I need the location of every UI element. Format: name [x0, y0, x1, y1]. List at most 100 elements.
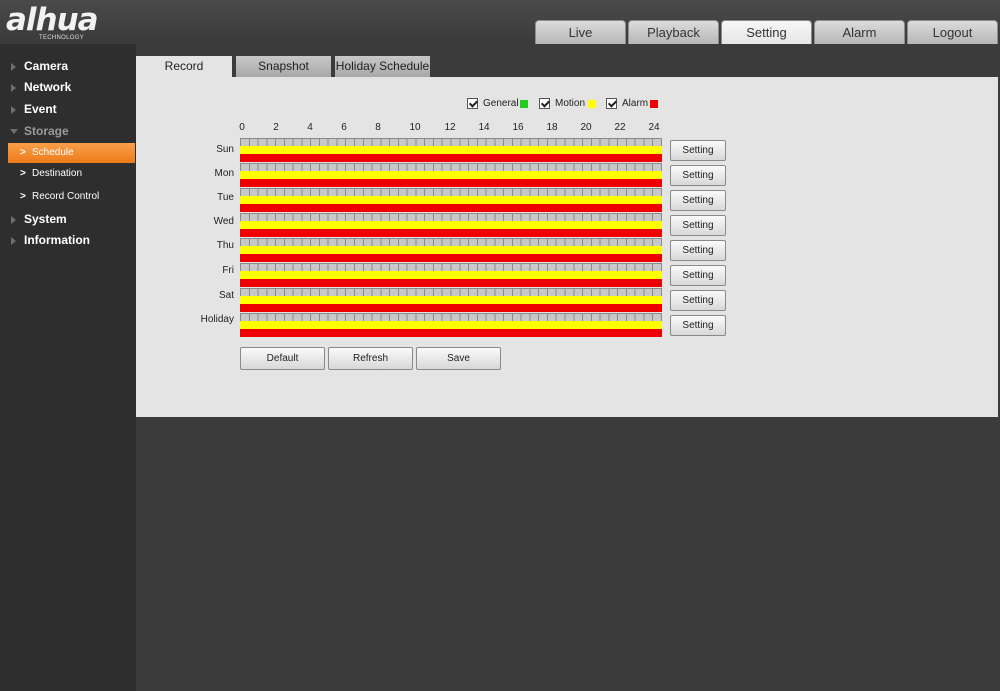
sidebar-item-network[interactable]: Network — [0, 77, 136, 97]
day-label-tue: Tue — [217, 192, 234, 203]
sidebar-item-label: Event — [24, 102, 57, 116]
general-bar — [240, 238, 662, 246]
motion-bar — [240, 271, 662, 279]
checkbox-checked-icon — [539, 98, 550, 109]
general-color-swatch — [520, 100, 528, 108]
setting-button-holiday[interactable]: Setting — [670, 315, 726, 336]
alarm-bar — [240, 229, 662, 237]
motion-bar — [240, 221, 662, 229]
motion-bar — [240, 321, 662, 329]
alarm-bar — [240, 254, 662, 262]
triangle-down-icon — [10, 129, 18, 134]
motion-bar — [240, 171, 662, 179]
general-bar — [240, 288, 662, 296]
sidebar-item-label: System — [24, 212, 67, 226]
hour-label: 10 — [409, 122, 421, 133]
legend-label-alarm: Alarm — [622, 98, 649, 109]
general-bar — [240, 163, 662, 171]
sidebar-item-information[interactable]: Information — [0, 230, 136, 250]
schedule-row-sun[interactable] — [240, 138, 662, 162]
motion-color-swatch — [588, 100, 596, 108]
triangle-right-icon — [11, 63, 16, 71]
checkbox-checked-icon — [606, 98, 617, 109]
tab-snapshot[interactable]: Snapshot — [236, 56, 331, 77]
general-checkbox[interactable]: General — [467, 97, 533, 111]
schedule-row-tue[interactable] — [240, 188, 662, 212]
tab-holiday-schedule[interactable]: Holiday Schedule — [335, 56, 430, 77]
hour-label: 24 — [648, 122, 660, 133]
sidebar-subitem-label: Schedule — [32, 147, 74, 158]
setting-button-sun[interactable]: Setting — [670, 140, 726, 161]
setting-button-fri[interactable]: Setting — [670, 265, 726, 286]
dahua-logo: alhua TECHNOLOGY — [6, 2, 99, 42]
default-button[interactable]: Default — [240, 347, 325, 370]
tab-logout[interactable]: Logout — [907, 20, 998, 44]
schedule-row-sat[interactable] — [240, 288, 662, 312]
logo-text: alhua — [6, 2, 99, 38]
alarm-bar — [240, 279, 662, 287]
sidebar-item-label: Information — [24, 233, 90, 247]
save-button[interactable]: Save — [416, 347, 501, 370]
setting-button-tue[interactable]: Setting — [670, 190, 726, 211]
sidebar: Camera Network Event Storage > Schedule … — [0, 44, 136, 691]
setting-button-mon[interactable]: Setting — [670, 165, 726, 186]
triangle-right-icon — [11, 106, 16, 114]
sidebar-subitem-label: Record Control — [32, 191, 100, 202]
sidebar-item-label: Camera — [24, 59, 69, 73]
tab-alarm[interactable]: Alarm — [814, 20, 905, 44]
schedule-panel: Record Snapshot Holiday Schedule General… — [136, 56, 998, 417]
alarm-bar — [240, 329, 662, 337]
sidebar-item-label: Storage — [24, 124, 69, 138]
hour-label: 0 — [239, 122, 245, 133]
alarm-bar — [240, 154, 662, 162]
day-label-sun: Sun — [216, 144, 234, 155]
logo-subtitle: TECHNOLOGY — [39, 35, 85, 41]
schedule-row-fri[interactable] — [240, 263, 662, 287]
tab-setting[interactable]: Setting — [721, 20, 812, 44]
sidebar-item-camera[interactable]: Camera — [0, 56, 136, 76]
schedule-row-thu[interactable] — [240, 238, 662, 262]
motion-bar — [240, 196, 662, 204]
sidebar-subitem-label: Destination — [32, 168, 83, 179]
tab-playback[interactable]: Playback — [628, 20, 719, 44]
setting-button-thu[interactable]: Setting — [670, 240, 726, 261]
schedule-row-mon[interactable] — [240, 163, 662, 187]
sidebar-subitem-record-control[interactable]: > Record Control — [8, 187, 135, 207]
chevron-right-icon: > — [20, 191, 26, 202]
hour-label: 22 — [614, 122, 626, 133]
sidebar-item-storage[interactable]: Storage — [0, 121, 136, 141]
chevron-right-icon: > — [20, 147, 26, 158]
alarm-color-swatch — [650, 100, 658, 108]
setting-button-wed[interactable]: Setting — [670, 215, 726, 236]
general-bar — [240, 313, 662, 321]
hour-label: 4 — [307, 122, 313, 133]
day-label-thu: Thu — [216, 240, 234, 251]
schedule-row-wed[interactable] — [240, 213, 662, 237]
sidebar-subitem-schedule[interactable]: > Schedule — [8, 143, 135, 163]
sidebar-item-label: Network — [24, 80, 72, 94]
day-label-holiday: Holiday — [200, 314, 234, 325]
hour-label: 12 — [444, 122, 456, 133]
sidebar-item-system[interactable]: System — [0, 209, 136, 229]
day-label-wed: Wed — [213, 216, 234, 227]
hour-label: 20 — [580, 122, 592, 133]
tab-record[interactable]: Record — [136, 56, 232, 77]
tab-live[interactable]: Live — [535, 20, 626, 44]
alarm-checkbox[interactable]: Alarm — [606, 97, 661, 111]
hour-label: 8 — [375, 122, 381, 133]
general-bar — [240, 138, 662, 146]
triangle-right-icon — [11, 84, 16, 92]
general-bar — [240, 188, 662, 196]
refresh-button[interactable]: Refresh — [328, 347, 413, 370]
schedule-row-holiday[interactable] — [240, 313, 662, 337]
day-label-mon: Mon — [214, 168, 234, 179]
alarm-bar — [240, 179, 662, 187]
hour-label: 16 — [512, 122, 524, 133]
general-bar — [240, 213, 662, 221]
setting-button-sat[interactable]: Setting — [670, 290, 726, 311]
sub-tab-bar: Record Snapshot Holiday Schedule — [136, 56, 998, 77]
sidebar-item-event[interactable]: Event — [0, 99, 136, 119]
sidebar-subitem-destination[interactable]: > Destination — [8, 164, 135, 184]
chevron-right-icon: > — [20, 168, 26, 179]
motion-checkbox[interactable]: Motion — [539, 97, 601, 111]
